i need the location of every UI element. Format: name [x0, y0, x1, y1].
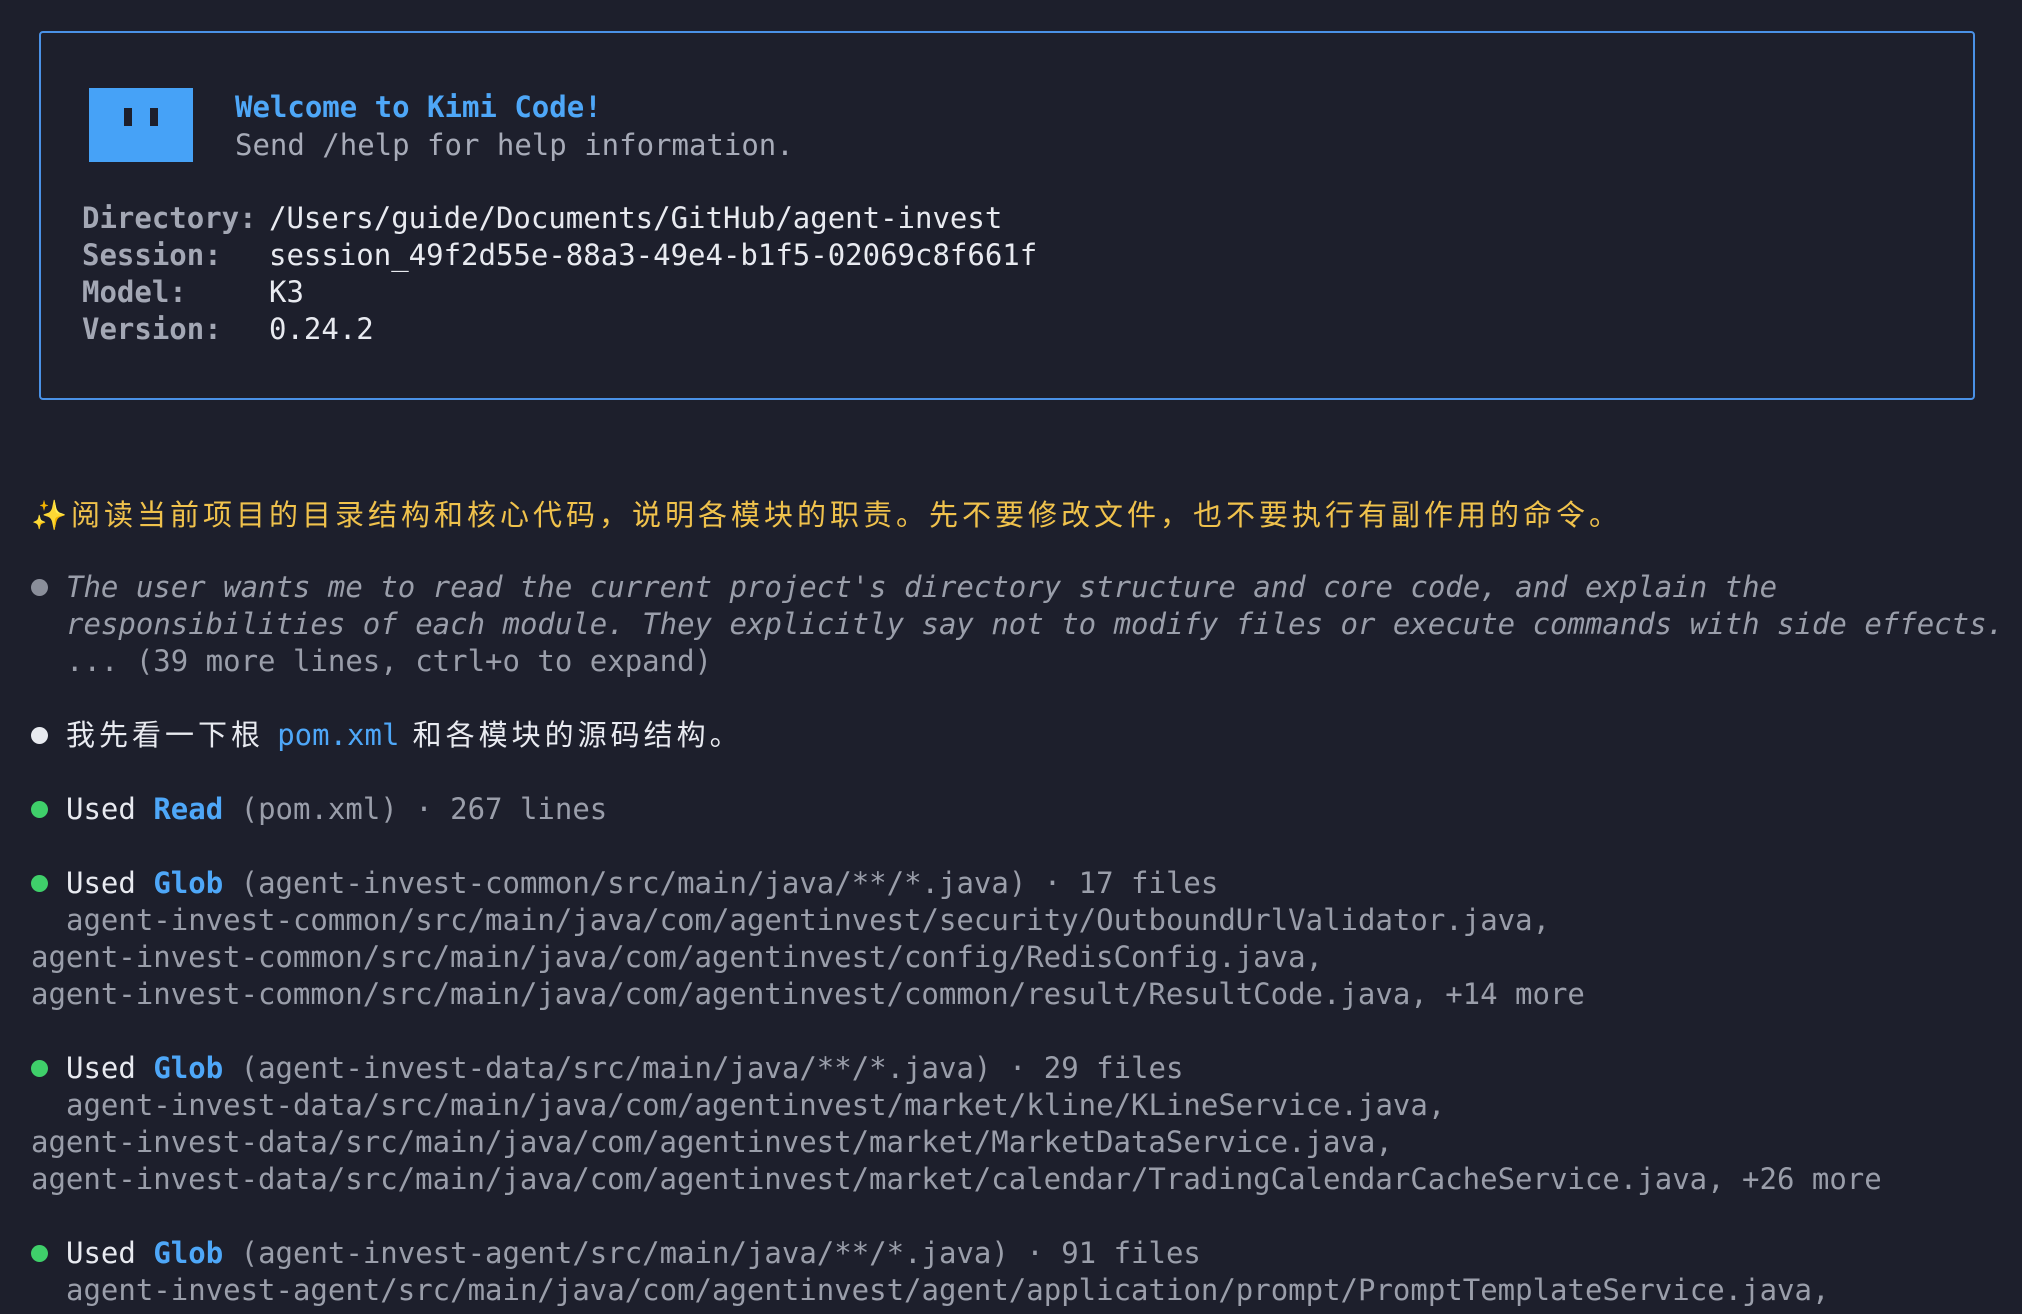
thinking-block: The user wants me to read the current pr…: [31, 569, 2011, 689]
message-line: 我先看一下根 pom.xml 和各模块的源码结构。: [66, 717, 743, 754]
tool-call-header: Used Glob (agent-invest-data/src/main/ja…: [66, 1050, 1183, 1087]
tool-call-glob: Used Glob (agent-invest-agent/src/main/j…: [31, 1235, 2011, 1313]
tool-call-read: Used Read (pom.xml) · 267 lines: [31, 791, 2011, 831]
tool-result-line: agent-invest-common/src/main/java/com/ag…: [31, 977, 1585, 1011]
info-label: Directory:: [82, 201, 257, 235]
welcome-title: Welcome to Kimi Code!: [235, 90, 602, 124]
info-value: session_49f2d55e-88a3-49e4-b1f5-02069c8f…: [269, 238, 1038, 272]
welcome-subtitle: Send /help for help information.: [235, 128, 794, 162]
message-bullet-icon: [31, 727, 48, 744]
thinking-line: responsibilities of each module. They ex…: [66, 607, 2005, 641]
inline-code: pom.xml: [277, 718, 400, 752]
tool-call-header: Used Glob (agent-invest-common/src/main/…: [66, 865, 1218, 902]
tool-name: Glob: [153, 1236, 224, 1270]
success-bullet-icon: [31, 875, 48, 892]
info-label: Version:: [82, 312, 222, 346]
success-bullet-icon: [31, 1245, 48, 1262]
success-bullet-icon: [31, 1060, 48, 1077]
logo-left-eye: [124, 108, 132, 126]
info-label: Model:: [82, 275, 187, 309]
tool-name: Read: [153, 792, 224, 826]
used-label: Used: [66, 1051, 136, 1085]
message-text: 和各模块的源码结构。: [399, 718, 743, 752]
tool-args: (agent-invest-common/src/main/java/**/*.…: [223, 866, 1219, 900]
prompt-text: 阅读当前项目的目录结构和核心代码，说明各模块的职责。先不要修改文件，也不要执行有…: [71, 498, 1623, 532]
tool-result-line: agent-invest-data/src/main/java/com/agen…: [31, 1162, 1882, 1196]
used-label: Used: [66, 1236, 136, 1270]
sparkle-icon: ✨: [31, 498, 68, 532]
tool-args: (pom.xml) · 267 lines: [223, 792, 608, 826]
tool-args: (agent-invest-agent/src/main/java/**/*.j…: [223, 1236, 1201, 1270]
tool-name: Glob: [153, 1051, 224, 1085]
tool-call-header: Used Glob (agent-invest-agent/src/main/j…: [66, 1235, 1201, 1272]
user-prompt: ✨ 阅读当前项目的目录结构和核心代码，说明各模块的职责。先不要修改文件，也不要执行…: [31, 496, 1622, 534]
tool-result-line: agent-invest-common/src/main/java/com/ag…: [31, 940, 1324, 974]
info-value: 0.24.2: [269, 312, 374, 346]
tool-call-glob: Used Glob (agent-invest-common/src/main/…: [31, 865, 2011, 1015]
info-value: K3: [269, 275, 304, 309]
message-text: 我先看一下根: [66, 718, 278, 752]
expand-hint[interactable]: ... (39 more lines, ctrl+o to expand): [66, 643, 712, 680]
terminal-window: Welcome to Kimi Code! Send /help for hel…: [0, 0, 2022, 1314]
success-bullet-icon: [31, 801, 48, 818]
tool-result-line: agent-invest-data/src/main/java/com/agen…: [31, 1125, 1393, 1159]
info-value: /Users/guide/Documents/GitHub/agent-inve…: [269, 201, 1003, 235]
used-label: Used: [66, 866, 136, 900]
tool-args: (agent-invest-data/src/main/java/**/*.ja…: [223, 1051, 1184, 1085]
tool-result-line: agent-invest-agent/src/main/java/com/age…: [66, 1273, 1830, 1307]
assistant-message: 我先看一下根 pom.xml 和各模块的源码结构。: [31, 717, 2011, 757]
tool-result-line: agent-invest-common/src/main/java/com/ag…: [66, 903, 1551, 937]
used-label: Used: [66, 792, 136, 826]
logo-right-eye: [150, 108, 158, 126]
thinking-bullet-icon: [31, 579, 48, 596]
tool-name: Glob: [153, 866, 224, 900]
tool-call-header: Used Read (pom.xml) · 267 lines: [66, 791, 607, 828]
info-version: Version: 0.24.2: [82, 311, 374, 459]
tool-result-line: agent-invest-data/src/main/java/com/agen…: [66, 1088, 1446, 1122]
kimi-logo-icon: [89, 88, 193, 162]
thinking-line: The user wants me to read the current pr…: [66, 570, 1778, 604]
tool-call-glob: Used Glob (agent-invest-data/src/main/ja…: [31, 1050, 2011, 1200]
info-label: Session:: [82, 238, 222, 272]
